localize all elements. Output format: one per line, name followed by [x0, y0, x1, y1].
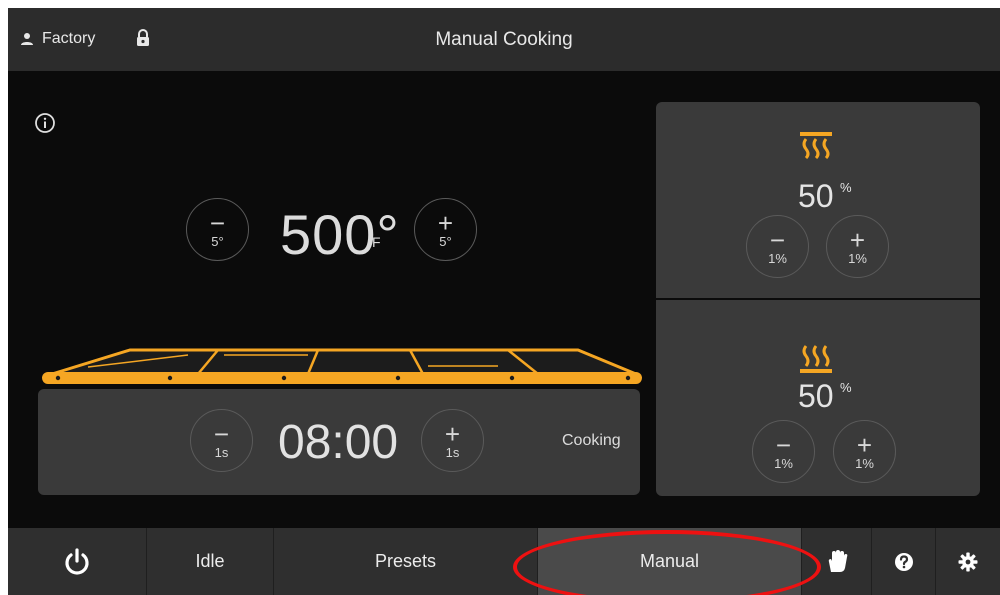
tab-manual[interactable]: Manual	[538, 528, 802, 595]
tab-idle[interactable]: Idle	[147, 528, 274, 595]
settings-button[interactable]	[936, 528, 1000, 595]
temperature-increase-step: 5°	[439, 234, 452, 249]
bottom-heater-value: 50	[798, 378, 834, 414]
minus-icon: −	[209, 208, 226, 238]
bottom-heater-increase-step: 1%	[855, 456, 874, 471]
tab-manual-label: Manual	[639, 551, 700, 571]
bottom-heater-increase-button[interactable]: + 1%	[833, 420, 896, 483]
top-heater-decrease-step: 1%	[768, 251, 787, 266]
main-area: − 5° 500° F + 5° − 1s 08:00 + 1s Cooking…	[8, 71, 1000, 528]
temperature-unit: F	[372, 234, 381, 250]
page-title: Manual Cooking	[435, 29, 573, 50]
help-button[interactable]	[872, 528, 936, 595]
footer-nav: Idle Presets Manual	[8, 528, 1000, 595]
timer-panel: − 1s 08:00 + 1s Cooking	[38, 389, 640, 495]
plus-icon: +	[444, 419, 461, 449]
top-heat-icon	[800, 132, 832, 160]
top-heater-increase-step: 1%	[848, 251, 867, 266]
timer-increase-step: 1s	[445, 445, 460, 460]
bottom-heat-icon	[800, 345, 832, 373]
top-heater-panel: 50 % − 1% + 1%	[656, 102, 980, 298]
top-heater-decrease-button[interactable]: − 1%	[746, 215, 809, 278]
temperature-decrease-button[interactable]: − 5°	[186, 198, 249, 261]
minus-icon: −	[213, 419, 230, 449]
plus-icon: +	[849, 225, 866, 255]
top-heater-value: 50	[798, 178, 834, 214]
bottom-heater-panel: 50 % − 1% + 1%	[656, 300, 980, 496]
info-icon[interactable]	[34, 112, 56, 134]
temperature-increase-button[interactable]: + 5°	[414, 198, 477, 261]
power-button[interactable]	[8, 528, 147, 595]
timer-decrease-button[interactable]: − 1s	[190, 409, 253, 472]
tab-presets-label: Presets	[374, 551, 437, 571]
hand-icon	[828, 549, 847, 572]
conveyor-belt-graphic	[42, 348, 642, 384]
bottom-heater-unit: %	[840, 380, 852, 395]
plus-icon: +	[856, 430, 873, 460]
temperature-decrease-step: 5°	[211, 234, 224, 249]
top-heater-increase-button[interactable]: + 1%	[826, 215, 889, 278]
timer-decrease-step: 1s	[214, 445, 229, 460]
temperature-value: 500°	[280, 203, 400, 266]
header-bar: Factory Manual Cooking	[8, 8, 1000, 71]
plus-icon: +	[437, 208, 454, 238]
tab-idle-label: Idle	[195, 551, 225, 571]
bottom-heater-decrease-step: 1%	[774, 456, 793, 471]
bottom-heater-decrease-button[interactable]: − 1%	[752, 420, 815, 483]
power-icon	[65, 547, 89, 575]
timer-value: 08:00	[278, 416, 399, 469]
hand-button[interactable]	[802, 528, 872, 595]
manual-cooking-screen: Factory Manual Cooking − 5° 500° F + 5°	[0, 0, 1000, 595]
timer-increase-button[interactable]: + 1s	[421, 409, 484, 472]
gear-icon	[958, 552, 978, 571]
minus-icon: −	[775, 430, 792, 460]
minus-icon: −	[769, 225, 786, 255]
top-heater-unit: %	[840, 180, 852, 195]
help-icon	[894, 552, 913, 571]
tab-presets[interactable]: Presets	[274, 528, 538, 595]
cooking-status: Cooking	[562, 432, 621, 449]
